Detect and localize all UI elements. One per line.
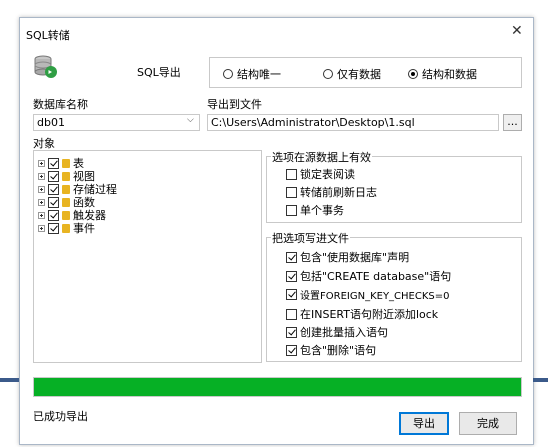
checkbox[interactable]: [48, 209, 59, 221]
option-drop-statements[interactable]: 包含"删除"语句: [286, 342, 376, 358]
folder-icon: [62, 210, 70, 220]
radio-button[interactable]: [408, 69, 418, 79]
objects-label: 对象: [33, 137, 55, 150]
expand-icon[interactable]: [38, 159, 45, 167]
option-label: 锁定表阅读: [300, 168, 355, 181]
checkbox[interactable]: [286, 168, 297, 180]
source-options-title: 选项在源数据上有效: [271, 149, 372, 165]
export-button[interactable]: 导出: [399, 412, 449, 435]
option-lock-tables[interactable]: 锁定表阅读: [286, 166, 355, 182]
progress-fill: [34, 378, 521, 396]
checkbox[interactable]: [286, 308, 297, 320]
radio-structure-and-data[interactable]: 结构和数据: [408, 66, 477, 82]
option-bulk-insert[interactable]: 创建批量插入语句: [286, 324, 388, 340]
checkbox[interactable]: [48, 183, 59, 195]
option-foreign-key-checks[interactable]: 设置FOREIGN_KEY_CHECKS=0: [286, 287, 450, 302]
option-label: 包含"使用数据库"声明: [300, 251, 410, 264]
done-button-label: 完成: [477, 417, 499, 430]
database-export-icon: [33, 54, 59, 80]
expand-icon[interactable]: [38, 172, 45, 180]
close-icon[interactable]: ✕: [511, 23, 523, 39]
checkbox[interactable]: [286, 344, 297, 356]
radio-data-only[interactable]: 仅有数据: [323, 66, 381, 82]
expand-icon[interactable]: [38, 224, 45, 232]
expand-icon[interactable]: [38, 185, 45, 193]
browse-label: ...: [507, 115, 518, 128]
folder-icon: [62, 171, 70, 181]
checkbox[interactable]: [286, 270, 297, 282]
background-strip: [0, 378, 19, 382]
option-single-transaction[interactable]: 单个事务: [286, 202, 344, 218]
radio-label: 结构和数据: [422, 68, 477, 81]
write-options-title: 把选项写进文件: [271, 230, 350, 246]
option-label: 包括"CREATE database"语句: [300, 270, 452, 283]
checkbox[interactable]: [286, 204, 297, 216]
option-label: 在INSERT语句附近添加lock: [300, 308, 439, 321]
database-name-label: 数据库名称: [33, 98, 88, 111]
done-button[interactable]: 完成: [459, 412, 517, 435]
folder-icon: [62, 223, 70, 233]
checkbox[interactable]: [286, 289, 297, 300]
option-add-lock[interactable]: 在INSERT语句附近添加lock: [286, 306, 438, 322]
tree-item-events[interactable]: 事件: [38, 220, 95, 236]
expand-icon[interactable]: [38, 198, 45, 206]
checkbox[interactable]: [48, 170, 59, 182]
tree-item-label: 事件: [73, 222, 95, 235]
progress-bar: [33, 377, 522, 397]
sql-export-label: SQL导出: [137, 66, 181, 79]
radio-label: 仅有数据: [337, 68, 381, 81]
folder-icon: [62, 197, 70, 207]
export-button-label: 导出: [413, 417, 435, 430]
checkbox[interactable]: [286, 186, 297, 198]
database-select-value: db01: [37, 116, 65, 129]
database-select[interactable]: db01 ⌵: [33, 114, 200, 131]
checkbox[interactable]: [286, 251, 297, 263]
option-flush-logs[interactable]: 转储前刷新日志: [286, 184, 377, 200]
export-file-path: C:\Users\Administrator\Desktop\1.sql: [211, 116, 415, 129]
option-label: 设置FOREIGN_KEY_CHECKS=0: [300, 291, 450, 302]
status-text: 已成功导出: [33, 410, 88, 423]
folder-icon: [62, 184, 70, 194]
expand-icon[interactable]: [38, 211, 45, 219]
option-use-database[interactable]: 包含"使用数据库"声明: [286, 249, 409, 265]
background-strip: [533, 378, 548, 382]
option-label: 单个事务: [300, 204, 344, 217]
option-label: 创建批量插入语句: [300, 326, 388, 339]
export-file-input[interactable]: C:\Users\Administrator\Desktop\1.sql: [207, 114, 499, 131]
option-label: 包含"删除"语句: [300, 344, 377, 357]
radio-button[interactable]: [223, 69, 233, 79]
chevron-down-icon: ⌵: [187, 115, 194, 125]
folder-icon: [62, 158, 70, 168]
option-create-database[interactable]: 包括"CREATE database"语句: [286, 268, 451, 284]
window-title: SQL转储: [26, 29, 70, 42]
export-file-label: 导出到文件: [207, 98, 262, 111]
radio-structure-only[interactable]: 结构唯一: [223, 66, 281, 82]
browse-button[interactable]: ...: [503, 114, 522, 131]
checkbox[interactable]: [286, 326, 297, 338]
checkbox[interactable]: [48, 222, 59, 234]
radio-button[interactable]: [323, 69, 333, 79]
checkbox[interactable]: [48, 196, 59, 208]
radio-label: 结构唯一: [237, 68, 281, 81]
option-label: 转储前刷新日志: [300, 186, 377, 199]
checkbox[interactable]: [48, 157, 59, 169]
